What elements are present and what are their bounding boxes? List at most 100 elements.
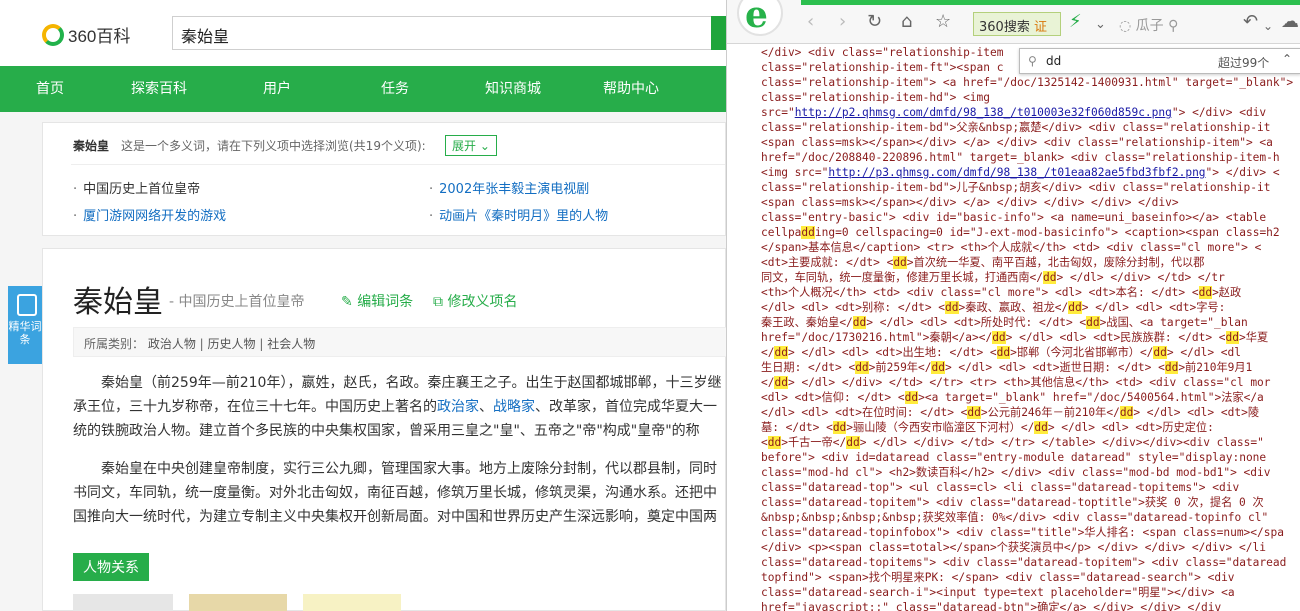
category-label: 所属类别： [84,337,145,351]
modify-entry-link[interactable]: ⧉ 修改义项名 [433,291,517,311]
article: 秦始皇 - 中国历史上首位皇帝 ✎ 编辑词条 ⧉ 修改义项名 所属类别： 政治人… [42,248,726,611]
source-line: </span>基本信息</caption> <tr> <th>个人成就</th>… [761,241,1262,254]
category-link[interactable]: 政治人物 [148,337,196,351]
forward-icon[interactable]: › [839,12,846,32]
search-engine-label: 360搜索 [979,20,1030,35]
source-line: class="relationship-item"> <a href="/doc… [761,76,1294,89]
source-line: <span class=msk></span></div> </a> </div… [761,136,1273,149]
intro-paragraph: 秦始皇（前259年—前210年），嬴姓，赵氏，名政。秦庄襄王之子。出生于赵国都城… [73,371,726,443]
edit-entry-label: 编辑词条 [357,294,414,310]
page-title: 秦始皇 [73,285,163,320]
find-input[interactable]: dd [1046,54,1061,68]
refresh-icon[interactable]: ↻ [867,12,882,32]
source-line: <img src="http://p3.qhmsg.com/dmfd/98_13… [761,166,1280,179]
source-line: cellpadding=0 cellspacing=0 id="J-ext-mo… [761,226,1280,239]
source-line: src="http://p2.qhmsg.com/dmfd/98_138_/t0… [761,106,1267,119]
source-line: 生日期: </dt> <dd>前259年</dd> </dl> <dl> <dt… [761,361,1253,374]
source-line: topfind"> <span>找个明星来PK: </span> <div cl… [761,571,1235,584]
cloud-icon[interactable]: ☁ [1281,12,1299,32]
source-line: 同文，车同轨，统一度量衡，修建万里长城，打通西南</dd> </dl> </di… [761,271,1225,284]
browser-toolbar: e ‹ › ↻ ⌂ ☆ 360搜索 证 ⚡ ⌄ ◌ 瓜子 ⚲ ↶ ⌄ ☁ [727,0,1300,44]
star-icon[interactable]: ☆ [935,12,951,32]
link-politician[interactable]: 政治家 [437,399,479,415]
address-hint: 瓜子 [1135,18,1164,34]
divider [71,164,725,165]
cert-badge: 证 [1033,20,1047,35]
search-icon: ⚲ [1028,54,1037,68]
relation-image[interactable] [73,594,173,611]
nav-item-tasks[interactable]: 任务 [336,66,454,112]
category-link[interactable]: 历史人物 [208,337,256,351]
logo-text: 360百科 [68,27,131,46]
source-line: href="/doc/1730216.html">秦朝</a></dd> </d… [761,331,1269,344]
source-line: <dt>主要成就: </dt> <dd>首次统一华夏、南平百越，北击匈奴，废除分… [761,256,1205,269]
search-input[interactable]: 秦始皇 [172,16,726,50]
modify-entry-label: 修改义项名 [447,294,518,310]
source-line: <span class=msk></span></div> </a> </div… [761,196,1179,209]
find-bar: ⚲ dd 超过99个 ⌃ [1019,48,1300,74]
text: 、 [479,399,493,415]
body-paragraph: 秦始皇在中央创建皇帝制度，实行三公九卿，管理国家大事。地方上废除分封制，代以郡县… [73,457,726,529]
expand-label: 展开 [452,139,477,153]
polysemy-box: 秦始皇 这是一个多义词，请在下列义项中选择浏览(共19个义项): 展开 ⌄ 中国… [42,122,726,236]
source-line: <dd>千古一帝</dd> </dl> </div> </td> </tr> <… [761,436,1264,449]
address-search[interactable]: ◌ 瓜子 ⚲ [1119,15,1178,35]
polysemy-item[interactable]: 2002年张丰毅主演电视剧 [429,178,589,197]
polysemy-item[interactable]: 厦门游网网络开发的游戏 [73,205,226,224]
source-line: class="dataread-top"> <ul class=cl> <li … [761,481,1240,494]
site-header: 360百科 秦始皇 [0,0,726,66]
source-line: </dd> </dl> </div> </td> </tr> <tr> <th>… [761,376,1271,389]
edit-entry-link[interactable]: ✎ 编辑词条 [341,291,413,311]
source-line: class="dataread-topitems"> <div class="d… [761,556,1287,569]
polysemy-item[interactable]: 中国历史上首位皇帝 [73,178,200,197]
source-line: class="mod-hd cl"> <h2>数读百科</h2> </div> … [761,466,1271,479]
source-line: </dl> <dl> <dt>在位时间: </dt> <dd>公元前246年－前… [761,406,1260,419]
polysemy-hint: 这是一个多义词，请在下列义项中选择浏览(共19个义项): [121,139,426,153]
search-engine-selector[interactable]: 360搜索 证 [973,12,1061,36]
find-prev-icon[interactable]: ⌃ [1282,52,1292,66]
source-line: &nbsp;&nbsp;&nbsp;&nbsp;获奖效率值: 0%</div> … [761,511,1269,524]
source-line: class="relationship-item-bd">父亲&nbsp;嬴楚<… [761,121,1271,134]
text: 帝，在位三十七年。中国历史上著名的 [199,399,437,415]
relation-image[interactable] [303,594,401,611]
source-line: 墓: </dt> <dd>骊山陵（今西安市临潼区下河村）</dd> </dl> … [761,421,1214,434]
site-logo[interactable]: 360百科 [42,22,130,47]
nav-item-home[interactable]: 首页 [0,66,100,112]
chevron-down-icon[interactable]: ⌄ [1095,15,1106,35]
search-button[interactable] [711,16,726,50]
source-code-view[interactable]: </div> <div class="relationship-item clas… [761,45,1300,611]
browser-logo-icon: e [737,0,783,36]
source-line: class="relationship-item-hd"> <img [761,91,991,104]
category-bar: 所属类别： 政治人物 | 历史人物 | 社会人物 [73,327,726,357]
polysemy-term: 秦始皇 [73,139,110,153]
relations-images [73,594,401,611]
loading-bar [801,0,1300,5]
source-line: </div> <p><span class=total></span>个获奖演员… [761,541,1266,554]
nav-item-help[interactable]: 帮助中心 [572,66,690,112]
source-line: href="javascript:;" class="dataread-btn"… [761,601,1222,611]
source-line: <th>个人概况</th> <td> <div class="cl more">… [761,286,1242,299]
polysemy-item[interactable]: 动画片《秦时明月》里的人物 [429,205,608,224]
source-line: <dl> <dt>信仰: </dt> <dd><a target="_blank… [761,391,1264,404]
link-strategist[interactable]: 战略家 [493,399,535,415]
nav-item-explore[interactable]: 探索百科 [100,66,218,112]
category-link[interactable]: 社会人物 [267,337,315,351]
webpage-panel: 360百科 秦始皇 首页 探索百科 用户 任务 知识商城 帮助中心 秦始皇 这是… [0,0,726,611]
main-nav: 首页 探索百科 用户 任务 知识商城 帮助中心 [0,66,726,112]
lightning-icon[interactable]: ⚡ [1069,12,1082,32]
find-count: 超过99个 [1218,56,1270,70]
expand-button[interactable]: 展开 ⌄ [445,135,497,156]
back-icon[interactable]: ‹ [807,12,814,32]
source-line: </dl> <dl> <dt>别称: </dt> <dd>秦政、嬴政、祖龙</d… [761,301,1226,314]
relation-image[interactable] [189,594,287,611]
source-line: class="dataread-topinfobox"> <div class=… [761,526,1284,539]
source-line: href="/doc/208840-220896.html" target=_b… [761,151,1280,164]
chevron-down-icon[interactable]: ⌄ [1263,16,1273,36]
home-icon[interactable]: ⌂ [901,12,912,32]
nav-item-users[interactable]: 用户 [218,66,336,112]
nav-item-store[interactable]: 知识商城 [454,66,572,112]
undo-icon[interactable]: ↶ [1243,12,1258,32]
source-view-window: e ‹ › ↻ ⌂ ☆ 360搜索 证 ⚡ ⌄ ◌ 瓜子 ⚲ ↶ ⌄ ☁ </d… [726,0,1300,611]
featured-badge[interactable]: 精华词条 [8,286,42,364]
source-line: 秦王政、秦始皇</dd> </dl> <dl> <dt>所处时代: </dt> … [761,316,1248,329]
